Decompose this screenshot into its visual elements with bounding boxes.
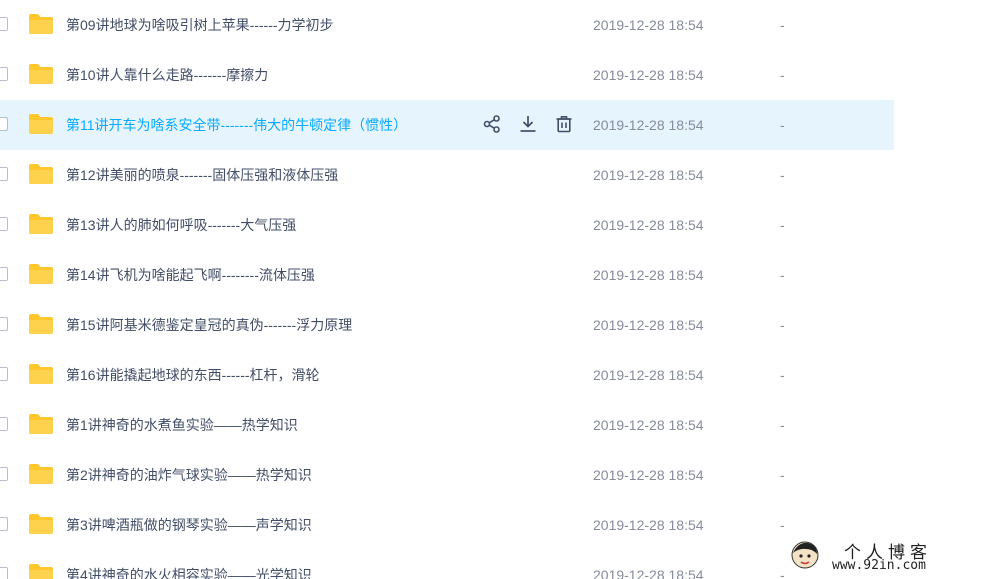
file-row[interactable]: 第16讲能撬起地球的东西------杠杆，滑轮 2019-12-28 18:54 - bbox=[0, 350, 894, 400]
file-row[interactable]: 第13讲人的肺如何呼吸-------大气压强 2019-12-28 18:54 - bbox=[0, 200, 894, 250]
file-size: - bbox=[780, 67, 785, 83]
file-row[interactable]: 第2讲神奇的油炸气球实验——热学知识 2019-12-28 18:54 - bbox=[0, 450, 894, 500]
file-size: - bbox=[780, 467, 785, 483]
folder-icon bbox=[28, 463, 54, 485]
folder-icon bbox=[28, 313, 54, 335]
file-size: - bbox=[780, 217, 785, 233]
modified-date: 2019-12-28 18:54 bbox=[593, 117, 704, 133]
file-row[interactable]: 第1讲神奇的水煮鱼实验——热学知识 2019-12-28 18:54 - bbox=[0, 400, 894, 450]
modified-date: 2019-12-28 18:54 bbox=[593, 467, 704, 483]
modified-date: 2019-12-28 18:54 bbox=[593, 367, 704, 383]
folder-icon bbox=[28, 263, 54, 285]
file-row[interactable]: 第15讲阿基米德鉴定皇冠的真伪-------浮力原理 2019-12-28 18:… bbox=[0, 300, 894, 350]
file-size: - bbox=[780, 417, 785, 433]
folder-icon bbox=[28, 513, 54, 535]
file-name-link[interactable]: 第09讲地球为啥吸引树上苹果------力学初步 bbox=[66, 0, 334, 50]
file-name-link[interactable]: 第2讲神奇的油炸气球实验——热学知识 bbox=[66, 450, 312, 500]
row-checkbox[interactable] bbox=[0, 267, 8, 281]
watermark-url: www.92in.com bbox=[832, 558, 926, 573]
watermark: 个人博客 www.92in.com bbox=[782, 538, 978, 574]
folder-icon bbox=[28, 63, 54, 85]
row-checkbox[interactable] bbox=[0, 417, 8, 431]
folder-icon bbox=[28, 213, 54, 235]
folder-icon bbox=[28, 413, 54, 435]
file-size: - bbox=[780, 367, 785, 383]
file-name-link[interactable]: 第4讲神奇的水火相容实验——光学知识 bbox=[66, 550, 312, 579]
file-row[interactable]: 第3讲啤酒瓶做的钢琴实验——声学知识 2019-12-28 18:54- bbox=[0, 500, 894, 550]
file-size: - bbox=[780, 267, 785, 283]
modified-date: 2019-12-28 18:54 bbox=[593, 567, 704, 579]
row-checkbox[interactable] bbox=[0, 17, 8, 31]
share-icon[interactable] bbox=[482, 114, 502, 134]
folder-icon bbox=[28, 113, 54, 135]
file-size: - bbox=[780, 17, 785, 33]
row-checkbox[interactable] bbox=[0, 567, 8, 579]
file-size: - bbox=[780, 167, 785, 183]
file-row[interactable]: 第4讲神奇的水火相容实验——光学知识2019-12-28 18:54- bbox=[0, 550, 894, 579]
modified-date: 2019-12-28 18:54 bbox=[593, 317, 704, 333]
file-size: - bbox=[780, 317, 785, 333]
file-size: - bbox=[780, 117, 785, 133]
modified-date: 2019-12-28 18:54 bbox=[593, 167, 704, 183]
row-checkbox[interactable] bbox=[0, 167, 8, 181]
row-checkbox[interactable] bbox=[0, 317, 8, 331]
row-actions bbox=[482, 114, 574, 136]
row-checkbox[interactable] bbox=[0, 117, 8, 131]
file-row[interactable]: 第12讲美丽的喷泉-------固体压强和液体压强 2019-12-28 18:5… bbox=[0, 150, 894, 200]
modified-date: 2019-12-28 18:54 bbox=[593, 67, 704, 83]
row-checkbox[interactable] bbox=[0, 367, 8, 381]
file-row[interactable]: 第10讲人靠什么走路-------摩擦力 2019-12-28 18:54 - bbox=[0, 50, 894, 100]
row-checkbox[interactable] bbox=[0, 517, 8, 531]
folder-icon bbox=[28, 363, 54, 385]
modified-date: 2019-12-28 18:54 bbox=[593, 217, 704, 233]
watermark-avatar-icon bbox=[790, 540, 820, 570]
file-name-link[interactable]: 第13讲人的肺如何呼吸-------大气压强 bbox=[66, 200, 296, 250]
file-name-link[interactable]: 第10讲人靠什么走路-------摩擦力 bbox=[66, 50, 268, 100]
row-checkbox[interactable] bbox=[0, 467, 8, 481]
modified-date: 2019-12-28 18:54 bbox=[593, 417, 704, 433]
file-name-link[interactable]: 第3讲啤酒瓶做的钢琴实验——声学知识 bbox=[66, 500, 312, 550]
file-list: 第09讲地球为啥吸引树上苹果------力学初步 2019-12-28 18:54… bbox=[0, 0, 982, 579]
folder-icon bbox=[28, 163, 54, 185]
file-row[interactable]: 第11讲开车为啥系安全带-------伟大的牛顿定律（惯性） 2019-12-28… bbox=[0, 100, 894, 150]
file-name-link[interactable]: 第1讲神奇的水煮鱼实验——热学知识 bbox=[66, 400, 298, 450]
modified-date: 2019-12-28 18:54 bbox=[593, 17, 704, 33]
file-row[interactable]: 第09讲地球为啥吸引树上苹果------力学初步 2019-12-28 18:54… bbox=[0, 0, 894, 50]
file-name-link[interactable]: 第11讲开车为啥系安全带-------伟大的牛顿定律（惯性） bbox=[66, 100, 407, 150]
file-name-link[interactable]: 第15讲阿基米德鉴定皇冠的真伪-------浮力原理 bbox=[66, 300, 352, 350]
modified-date: 2019-12-28 18:54 bbox=[593, 267, 704, 283]
folder-icon bbox=[28, 563, 54, 579]
row-checkbox[interactable] bbox=[0, 217, 8, 231]
file-name-link[interactable]: 第16讲能撬起地球的东西------杠杆，滑轮 bbox=[66, 350, 320, 400]
file-name-link[interactable]: 第14讲飞机为啥能起飞啊--------流体压强 bbox=[66, 250, 315, 300]
trash-icon[interactable] bbox=[554, 114, 574, 134]
modified-date: 2019-12-28 18:54 bbox=[593, 517, 704, 533]
download-icon[interactable] bbox=[518, 114, 538, 134]
folder-icon bbox=[28, 13, 54, 35]
file-row[interactable]: 第14讲飞机为啥能起飞啊--------流体压强 2019-12-28 18:54… bbox=[0, 250, 894, 300]
row-checkbox[interactable] bbox=[0, 67, 8, 81]
file-name-link[interactable]: 第12讲美丽的喷泉-------固体压强和液体压强 bbox=[66, 150, 338, 200]
